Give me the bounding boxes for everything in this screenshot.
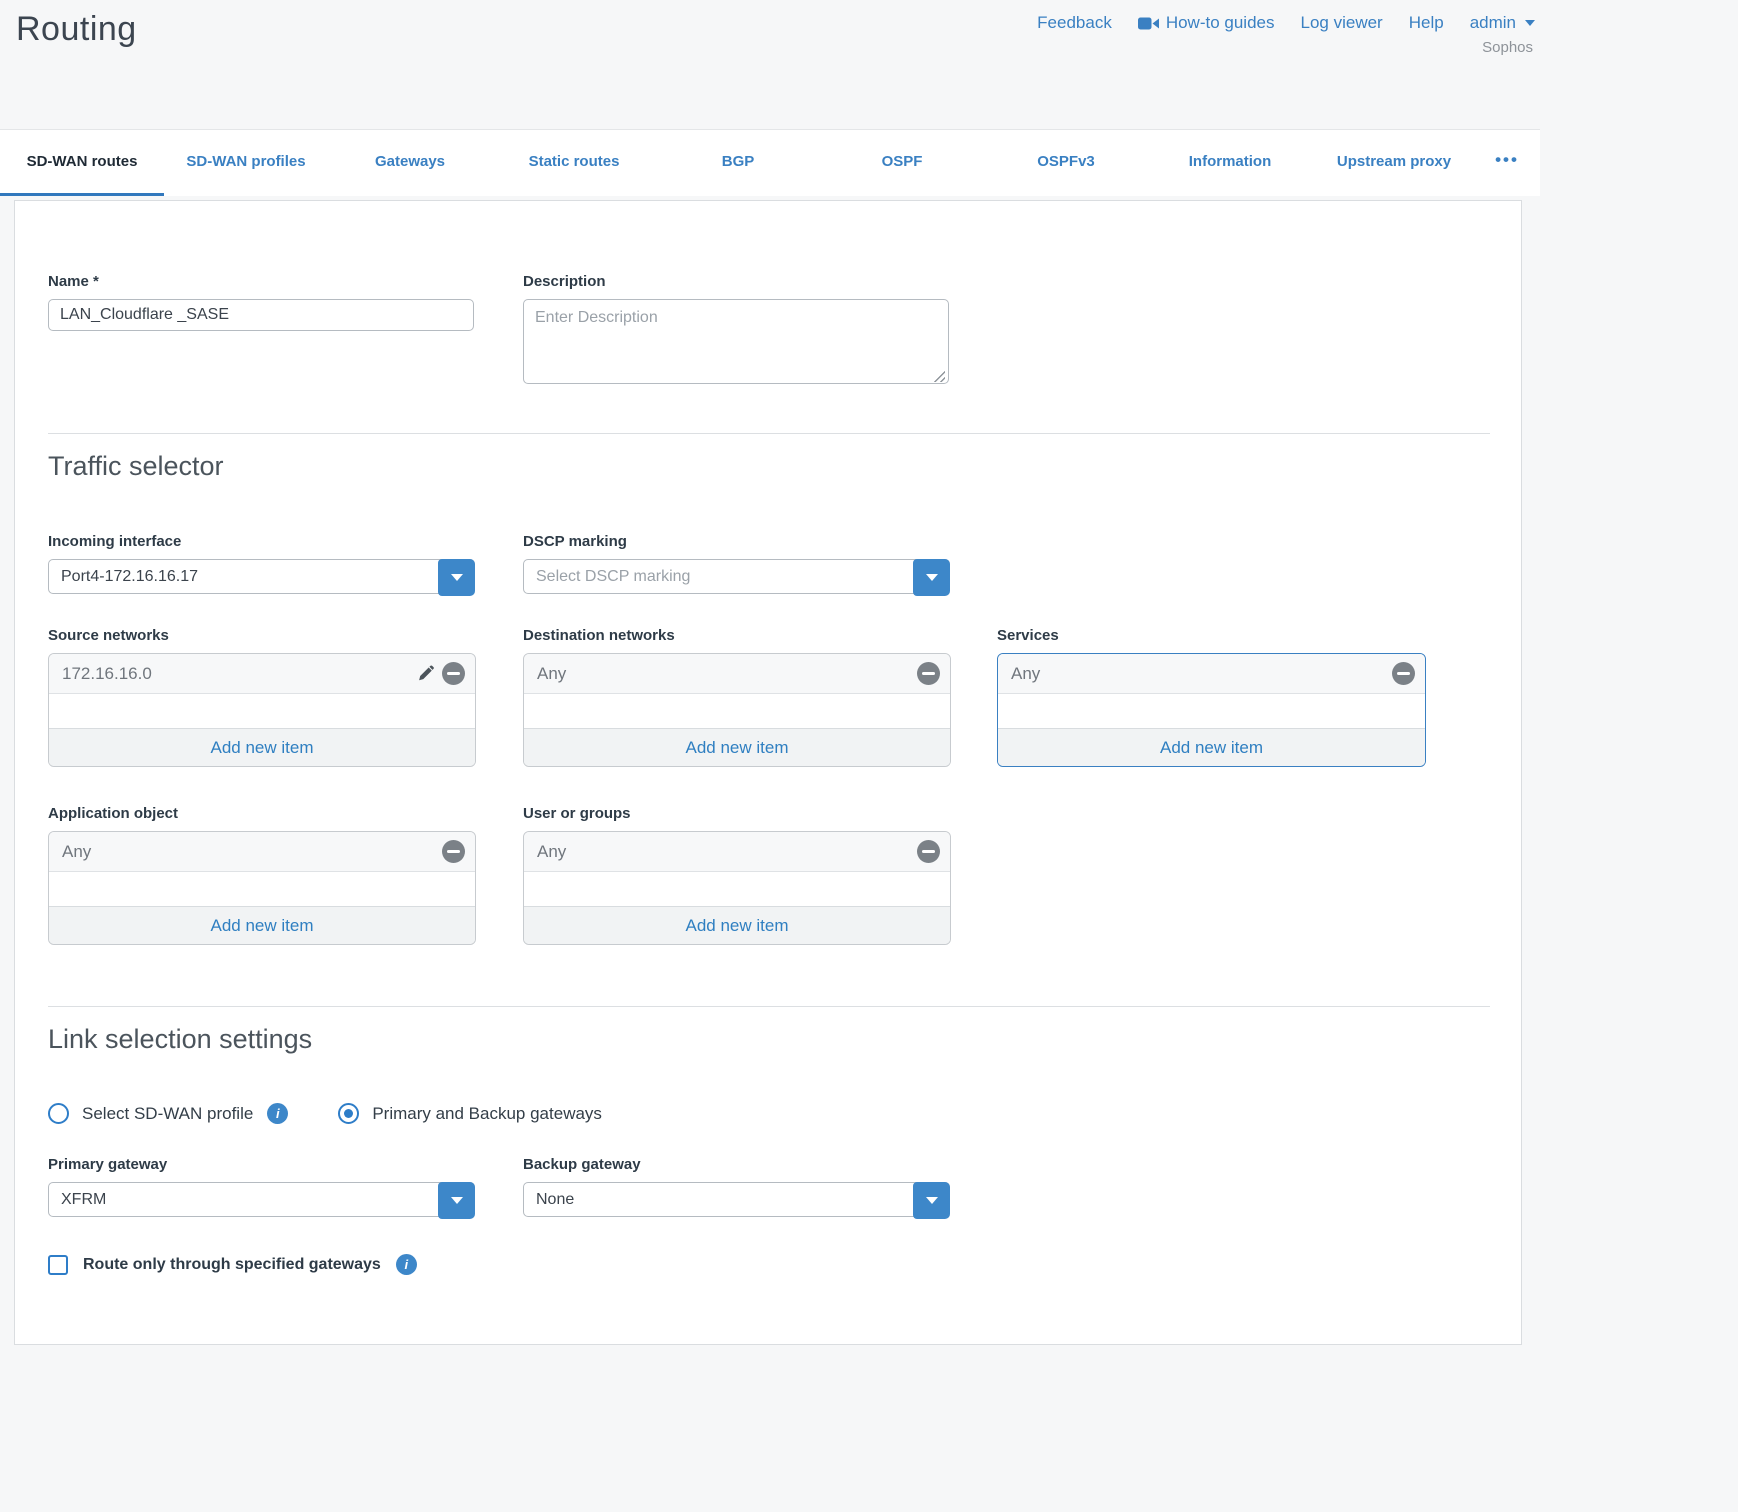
list-item: 172.16.16.0	[49, 654, 475, 694]
dscp-marking-label: DSCP marking	[523, 533, 950, 550]
route-only-row: Route only through specified gateways i	[48, 1254, 417, 1275]
source-networks-listbox: 172.16.16.0 Add new item	[48, 653, 476, 767]
list-item-value: Any	[62, 842, 442, 862]
list-empty-area	[49, 872, 475, 906]
chevron-down-icon[interactable]	[913, 559, 950, 596]
info-icon[interactable]: i	[267, 1103, 288, 1124]
user-or-groups-listbox: Any Add new item	[523, 831, 951, 945]
tab-upstream-proxy[interactable]: Upstream proxy	[1312, 130, 1476, 196]
list-item: Any	[524, 654, 950, 694]
application-object-label: Application object	[48, 805, 476, 822]
incoming-interface-value: Port4-172.16.16.17	[61, 568, 198, 586]
application-object-listbox: Any Add new item	[48, 831, 476, 945]
backup-gateway-value: None	[536, 1191, 574, 1209]
tab-bar: SD-WAN routes SD-WAN profiles Gateways S…	[0, 129, 1540, 196]
add-new-item-button[interactable]: Add new item	[998, 728, 1425, 766]
list-item-value: Any	[1011, 664, 1392, 684]
chevron-down-icon[interactable]	[438, 559, 475, 596]
tab-sdwan-routes[interactable]: SD-WAN routes	[0, 130, 164, 196]
description-label: Description	[523, 273, 949, 290]
radio-primary-backup-gateways[interactable]: Primary and Backup gateways	[338, 1103, 602, 1124]
radio-select-sdwan-profile[interactable]: Select SD-WAN profile	[48, 1103, 253, 1124]
chevron-down-icon	[1525, 20, 1535, 26]
tab-ospf[interactable]: OSPF	[820, 130, 984, 196]
list-empty-area	[998, 694, 1425, 728]
radio-label: Select SD-WAN profile	[82, 1104, 253, 1124]
edit-icon[interactable]	[417, 665, 434, 682]
list-item-value: Any	[537, 664, 917, 684]
chevron-down-icon[interactable]	[913, 1182, 950, 1219]
destination-networks-label: Destination networks	[523, 627, 951, 644]
name-input[interactable]	[48, 299, 474, 331]
admin-menu[interactable]: admin	[1470, 13, 1535, 33]
incoming-interface-label: Incoming interface	[48, 533, 475, 550]
add-new-item-button[interactable]: Add new item	[49, 906, 475, 944]
add-new-item-button[interactable]: Add new item	[524, 906, 950, 944]
link-selection-heading: Link selection settings	[48, 1024, 312, 1055]
brand-label: Sophos	[1482, 39, 1533, 56]
backup-gateway-label: Backup gateway	[523, 1156, 950, 1173]
tab-static-routes[interactable]: Static routes	[492, 130, 656, 196]
services-listbox: Any Add new item	[997, 653, 1426, 767]
primary-gateway-value: XFRM	[61, 1191, 106, 1209]
page-title: Routing	[16, 10, 137, 49]
tab-gateways[interactable]: Gateways	[328, 130, 492, 196]
services-label: Services	[997, 627, 1426, 644]
incoming-interface-select[interactable]: Port4-172.16.16.17	[48, 559, 475, 594]
radio-icon[interactable]	[48, 1103, 69, 1124]
tab-bgp[interactable]: BGP	[656, 130, 820, 196]
video-camera-icon	[1138, 16, 1159, 31]
route-only-label: Route only through specified gateways	[83, 1256, 381, 1274]
list-item: Any	[49, 832, 475, 872]
destination-networks-listbox: Any Add new item	[523, 653, 951, 767]
add-new-item-button[interactable]: Add new item	[49, 728, 475, 766]
list-item: Any	[998, 654, 1425, 694]
routing-page: Routing Feedback How-to guides Log viewe…	[0, 0, 1738, 1512]
list-empty-area	[524, 872, 950, 906]
primary-gateway-select[interactable]: XFRM	[48, 1182, 475, 1217]
info-icon[interactable]: i	[396, 1254, 417, 1275]
chevron-down-icon[interactable]	[438, 1182, 475, 1219]
backup-gateway-select[interactable]: None	[523, 1182, 950, 1217]
name-label: Name *	[48, 273, 474, 290]
remove-icon[interactable]	[1392, 662, 1415, 685]
sdwan-route-form-panel: Name * Description Traffic selector Inco…	[14, 200, 1522, 1345]
primary-gateway-label: Primary gateway	[48, 1156, 475, 1173]
dscp-marking-placeholder: Select DSCP marking	[536, 568, 690, 586]
remove-icon[interactable]	[442, 662, 465, 685]
tab-sdwan-profiles[interactable]: SD-WAN profiles	[164, 130, 328, 196]
link-selection-radios: Select SD-WAN profile i Primary and Back…	[48, 1103, 602, 1124]
list-empty-area	[49, 694, 475, 728]
description-textarea[interactable]	[523, 299, 949, 384]
add-new-item-button[interactable]: Add new item	[524, 728, 950, 766]
section-divider	[48, 433, 1490, 434]
remove-icon[interactable]	[442, 840, 465, 863]
section-divider	[48, 1006, 1490, 1007]
list-item-value: 172.16.16.0	[62, 664, 417, 684]
source-networks-label: Source networks	[48, 627, 476, 644]
feedback-link[interactable]: Feedback	[1037, 13, 1112, 33]
remove-icon[interactable]	[917, 662, 940, 685]
header: Routing Feedback How-to guides Log viewe…	[0, 0, 1738, 129]
help-link[interactable]: Help	[1409, 13, 1444, 33]
route-only-checkbox[interactable]	[48, 1255, 68, 1275]
list-empty-area	[524, 694, 950, 728]
radio-icon-selected[interactable]	[338, 1103, 359, 1124]
dscp-marking-select[interactable]: Select DSCP marking	[523, 559, 950, 594]
log-viewer-link[interactable]: Log viewer	[1301, 13, 1383, 33]
tab-ospfv3[interactable]: OSPFv3	[984, 130, 1148, 196]
list-item-value: Any	[537, 842, 917, 862]
header-links: Feedback How-to guides Log viewer Help a…	[1037, 13, 1535, 33]
howto-guides-link[interactable]: How-to guides	[1138, 13, 1275, 33]
tab-information[interactable]: Information	[1148, 130, 1312, 196]
traffic-selector-heading: Traffic selector	[48, 451, 224, 482]
remove-icon[interactable]	[917, 840, 940, 863]
user-or-groups-label: User or groups	[523, 805, 951, 822]
more-tabs-button[interactable]: •••	[1476, 130, 1538, 196]
radio-label: Primary and Backup gateways	[372, 1104, 602, 1124]
list-item: Any	[524, 832, 950, 872]
